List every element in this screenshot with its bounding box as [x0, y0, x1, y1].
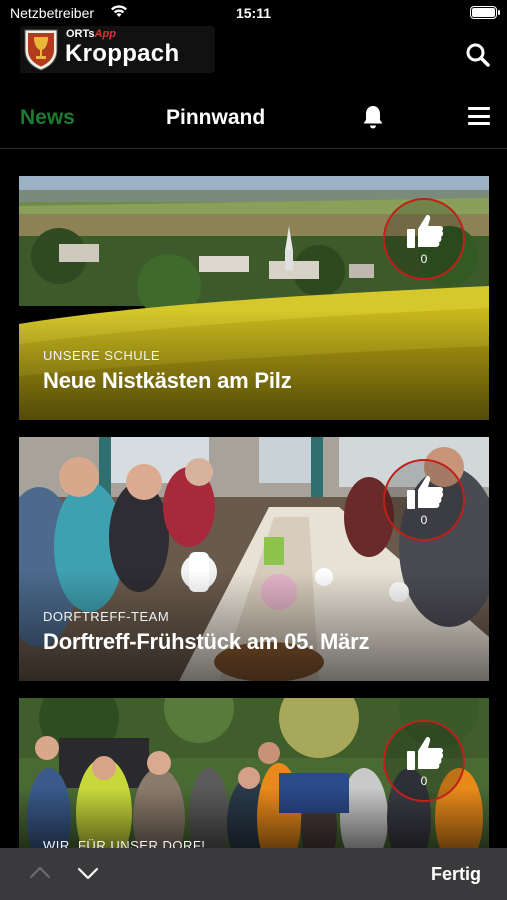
thumbs-up-icon [407, 215, 444, 248]
thumbs-up-icon [407, 737, 444, 770]
battery-icon [470, 6, 500, 19]
status-bar: Netzbetreiber 15:11 [0, 0, 507, 26]
news-card[interactable]: DORFTREFF-TEAM Dorftreff-Frühstück am 05… [19, 437, 489, 681]
chevron-up-icon[interactable] [29, 862, 51, 884]
chevron-down-icon[interactable] [77, 862, 99, 884]
bell-icon[interactable] [361, 104, 385, 130]
like-button[interactable]: 0 [383, 720, 465, 802]
menu-icon[interactable] [468, 107, 490, 125]
clock: 15:11 [235, 5, 272, 21]
thumbs-up-icon [407, 476, 444, 509]
news-card[interactable]: UNSERE SCHULE Neue Nistkästen am Pilz 0 [19, 176, 489, 420]
news-card[interactable]: WIR. FÜR UNSER DORF! 0 [19, 698, 489, 848]
card-category: WIR. FÜR UNSER DORF! [43, 838, 206, 848]
nav-divider [0, 148, 507, 149]
card-overlay [19, 310, 489, 420]
like-button[interactable]: 0 [383, 459, 465, 541]
card-title: Dorftreff-Frühstück am 05. März [43, 629, 370, 654]
card-overlay [19, 571, 489, 681]
main-nav: News Pinnwand [0, 94, 507, 144]
card-title: Neue Nistkästen am Pilz [43, 368, 292, 393]
keyboard-toolbar: Fertig [0, 848, 507, 900]
card-category: UNSERE SCHULE [43, 348, 161, 363]
tab-pinnwand[interactable]: Pinnwand [166, 106, 265, 130]
like-count: 0 [420, 513, 428, 527]
like-count: 0 [420, 774, 428, 788]
card-category: DORFTREFF-TEAM [43, 609, 170, 624]
tab-news[interactable]: News [20, 106, 75, 130]
search-icon[interactable] [465, 42, 491, 68]
like-button[interactable]: 0 [383, 198, 465, 280]
like-count: 0 [420, 252, 428, 266]
done-button[interactable]: Fertig [431, 864, 481, 885]
app-logo[interactable]: ORTsApp Kroppach [20, 26, 215, 73]
crest-icon [24, 29, 58, 71]
logo-prefix: ORTsApp [66, 28, 116, 40]
logo-title: Kroppach [65, 40, 180, 67]
